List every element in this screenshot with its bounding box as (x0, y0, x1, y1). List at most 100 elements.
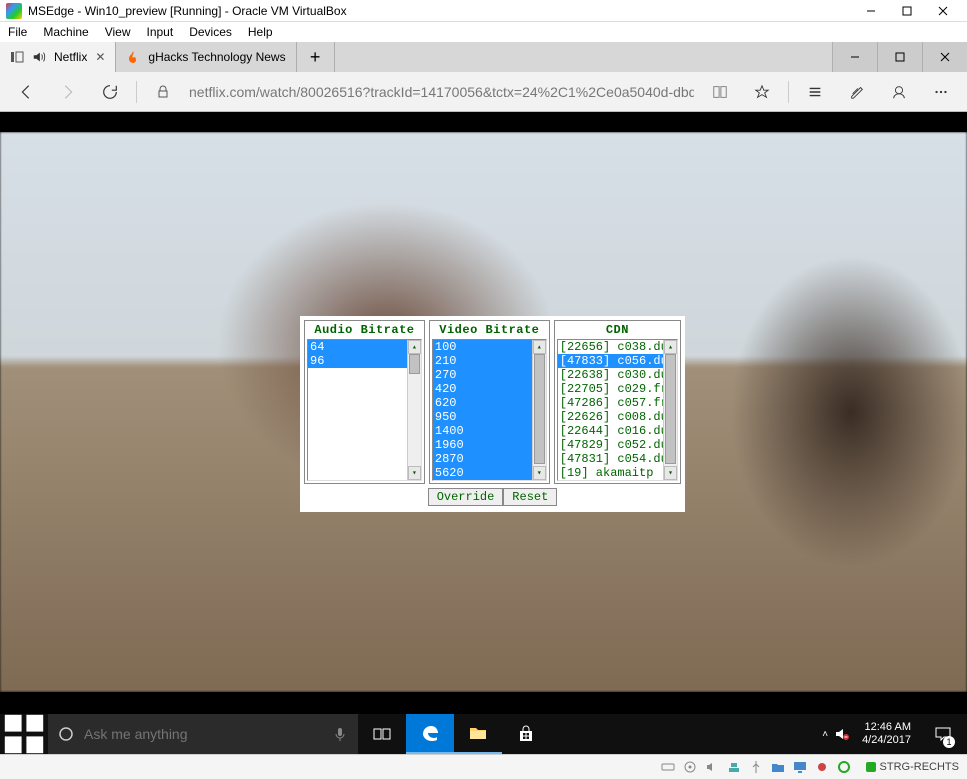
cdn-list[interactable]: [22656] c038.dus[47833] c056.dus[22638] … (557, 339, 678, 481)
tab-netflix[interactable]: Netflix ✕ (0, 42, 116, 72)
hub-button[interactable] (795, 73, 835, 111)
virtualbox-titlebar: MSEdge - Win10_preview [Running] - Oracl… (0, 0, 967, 22)
menu-machine[interactable]: Machine (43, 25, 88, 39)
search-input[interactable] (84, 726, 322, 742)
tab-ghacks[interactable]: gHacks Technology News (116, 42, 296, 72)
list-item[interactable]: 420 (433, 382, 546, 396)
menu-file[interactable]: File (8, 25, 27, 39)
features-icon[interactable] (836, 759, 852, 775)
list-item[interactable]: 5620 (433, 466, 546, 480)
volume-icon[interactable] (834, 726, 850, 742)
edge-window-controls (832, 42, 967, 72)
list-item[interactable]: 64 (308, 340, 421, 354)
list-item[interactable]: [22638] c030.dus (558, 368, 677, 382)
taskbar-clock[interactable]: 12:46 AM 4/24/2017 (856, 721, 917, 747)
menu-input[interactable]: Input (147, 25, 174, 39)
list-item[interactable]: [22626] c008.dus (558, 410, 677, 424)
windows-taskbar: ˄ 12:46 AM 4/24/2017 1 (0, 714, 967, 754)
list-item[interactable]: [19] akamaitp (558, 466, 677, 480)
virtualbox-menubar: File Machine View Input Devices Help (0, 22, 967, 42)
list-item[interactable]: [22644] c016.dus (558, 424, 677, 438)
scrollbar[interactable]: ▴▾ (532, 340, 546, 480)
stream-manager-overlay: Audio Bitrate 6496▴▾ Video Bitrate 10021… (300, 316, 685, 512)
scrollbar[interactable]: ▴▾ (663, 340, 677, 480)
list-item[interactable]: [22705] c029.fra (558, 382, 677, 396)
list-item[interactable]: 1960 (433, 438, 546, 452)
new-tab-button[interactable]: + (297, 42, 335, 72)
virtualbox-icon (6, 3, 22, 19)
list-item[interactable]: 210 (433, 354, 546, 368)
favorite-button[interactable] (742, 73, 782, 111)
scrollbar[interactable]: ▴▾ (407, 340, 421, 480)
system-tray: ˄ 12:46 AM 4/24/2017 1 (818, 714, 967, 754)
shared-folder-icon[interactable] (770, 759, 786, 775)
start-button[interactable] (0, 714, 48, 754)
maximize-button[interactable] (889, 0, 925, 22)
minimize-button[interactable] (853, 0, 889, 22)
list-item[interactable]: 1400 (433, 424, 546, 438)
address-bar[interactable] (185, 79, 698, 105)
back-button[interactable] (6, 73, 46, 111)
list-item[interactable]: [47833] c056.dus (558, 354, 677, 368)
cortana-search[interactable] (48, 714, 358, 754)
network-icon[interactable] (726, 759, 742, 775)
display-icon[interactable] (792, 759, 808, 775)
webnote-button[interactable] (837, 73, 877, 111)
audio-bitrate-panel: Audio Bitrate 6496▴▾ (304, 320, 425, 484)
refresh-button[interactable] (90, 73, 130, 111)
list-item[interactable]: [47831] c054.dus (558, 452, 677, 466)
lock-icon (143, 73, 183, 111)
speaker-icon (32, 50, 46, 64)
reset-button[interactable]: Reset (503, 488, 557, 506)
edge-minimize-button[interactable] (832, 42, 877, 72)
video-bitrate-list[interactable]: 1002102704206209501400196028705620▴▾ (432, 339, 547, 481)
recording-icon[interactable] (814, 759, 830, 775)
override-button[interactable]: Override (428, 488, 504, 506)
menu-devices[interactable]: Devices (189, 25, 232, 39)
list-item[interactable]: 96 (308, 354, 421, 368)
virtualbox-statusbar: STRG-RECHTS (0, 754, 967, 779)
host-key-indicator: STRG-RECHTS (866, 761, 959, 773)
audio-bitrate-title: Audio Bitrate (305, 323, 424, 339)
optical-icon[interactable] (682, 759, 698, 775)
video-player[interactable]: Audio Bitrate 6496▴▾ Video Bitrate 10021… (0, 112, 967, 714)
edge-maximize-button[interactable] (877, 42, 922, 72)
menu-view[interactable]: View (105, 25, 131, 39)
video-bitrate-panel: Video Bitrate 10021027042062095014001960… (429, 320, 550, 484)
virtualbox-title: MSEdge - Win10_preview [Running] - Oracl… (28, 4, 853, 18)
taskbar-edge[interactable] (406, 714, 454, 754)
taskbar-explorer[interactable] (454, 714, 502, 754)
cortana-icon (58, 726, 74, 742)
usb-icon[interactable] (748, 759, 764, 775)
list-item[interactable]: 950 (433, 410, 546, 424)
list-item[interactable]: [47286] c057.fra (558, 396, 677, 410)
share-button[interactable] (879, 73, 919, 111)
menu-help[interactable]: Help (248, 25, 273, 39)
action-center-button[interactable]: 1 (923, 714, 963, 754)
list-item[interactable]: [22656] c038.dus (558, 340, 677, 354)
taskbar-store[interactable] (502, 714, 550, 754)
clock-date: 4/24/2017 (862, 734, 911, 747)
list-item[interactable]: 620 (433, 396, 546, 410)
list-item[interactable]: 270 (433, 368, 546, 382)
list-item[interactable]: 2870 (433, 452, 546, 466)
mic-icon[interactable] (332, 726, 348, 742)
list-item[interactable]: [47829] c052.dus (558, 438, 677, 452)
tab-close-icon[interactable]: ✕ (95, 50, 105, 64)
more-button[interactable] (921, 73, 961, 111)
forward-button[interactable] (48, 73, 88, 111)
edge-close-button[interactable] (922, 42, 967, 72)
hdd-icon[interactable] (660, 759, 676, 775)
reading-view-button[interactable] (700, 73, 740, 111)
list-item[interactable]: 100 (433, 340, 546, 354)
audio-status-icon[interactable] (704, 759, 720, 775)
task-view-button[interactable] (358, 714, 406, 754)
tray-overflow-button[interactable]: ˄ (822, 729, 828, 740)
close-button[interactable] (925, 0, 961, 22)
edge-tab-strip: Netflix ✕ gHacks Technology News + (0, 42, 967, 72)
audio-bitrate-list[interactable]: 6496▴▾ (307, 339, 422, 481)
host-key-label: STRG-RECHTS (880, 761, 959, 773)
clock-time: 12:46 AM (862, 721, 911, 734)
tab-title: gHacks Technology News (148, 50, 285, 64)
cdn-panel: CDN [22656] c038.dus[47833] c056.dus[226… (554, 320, 681, 484)
